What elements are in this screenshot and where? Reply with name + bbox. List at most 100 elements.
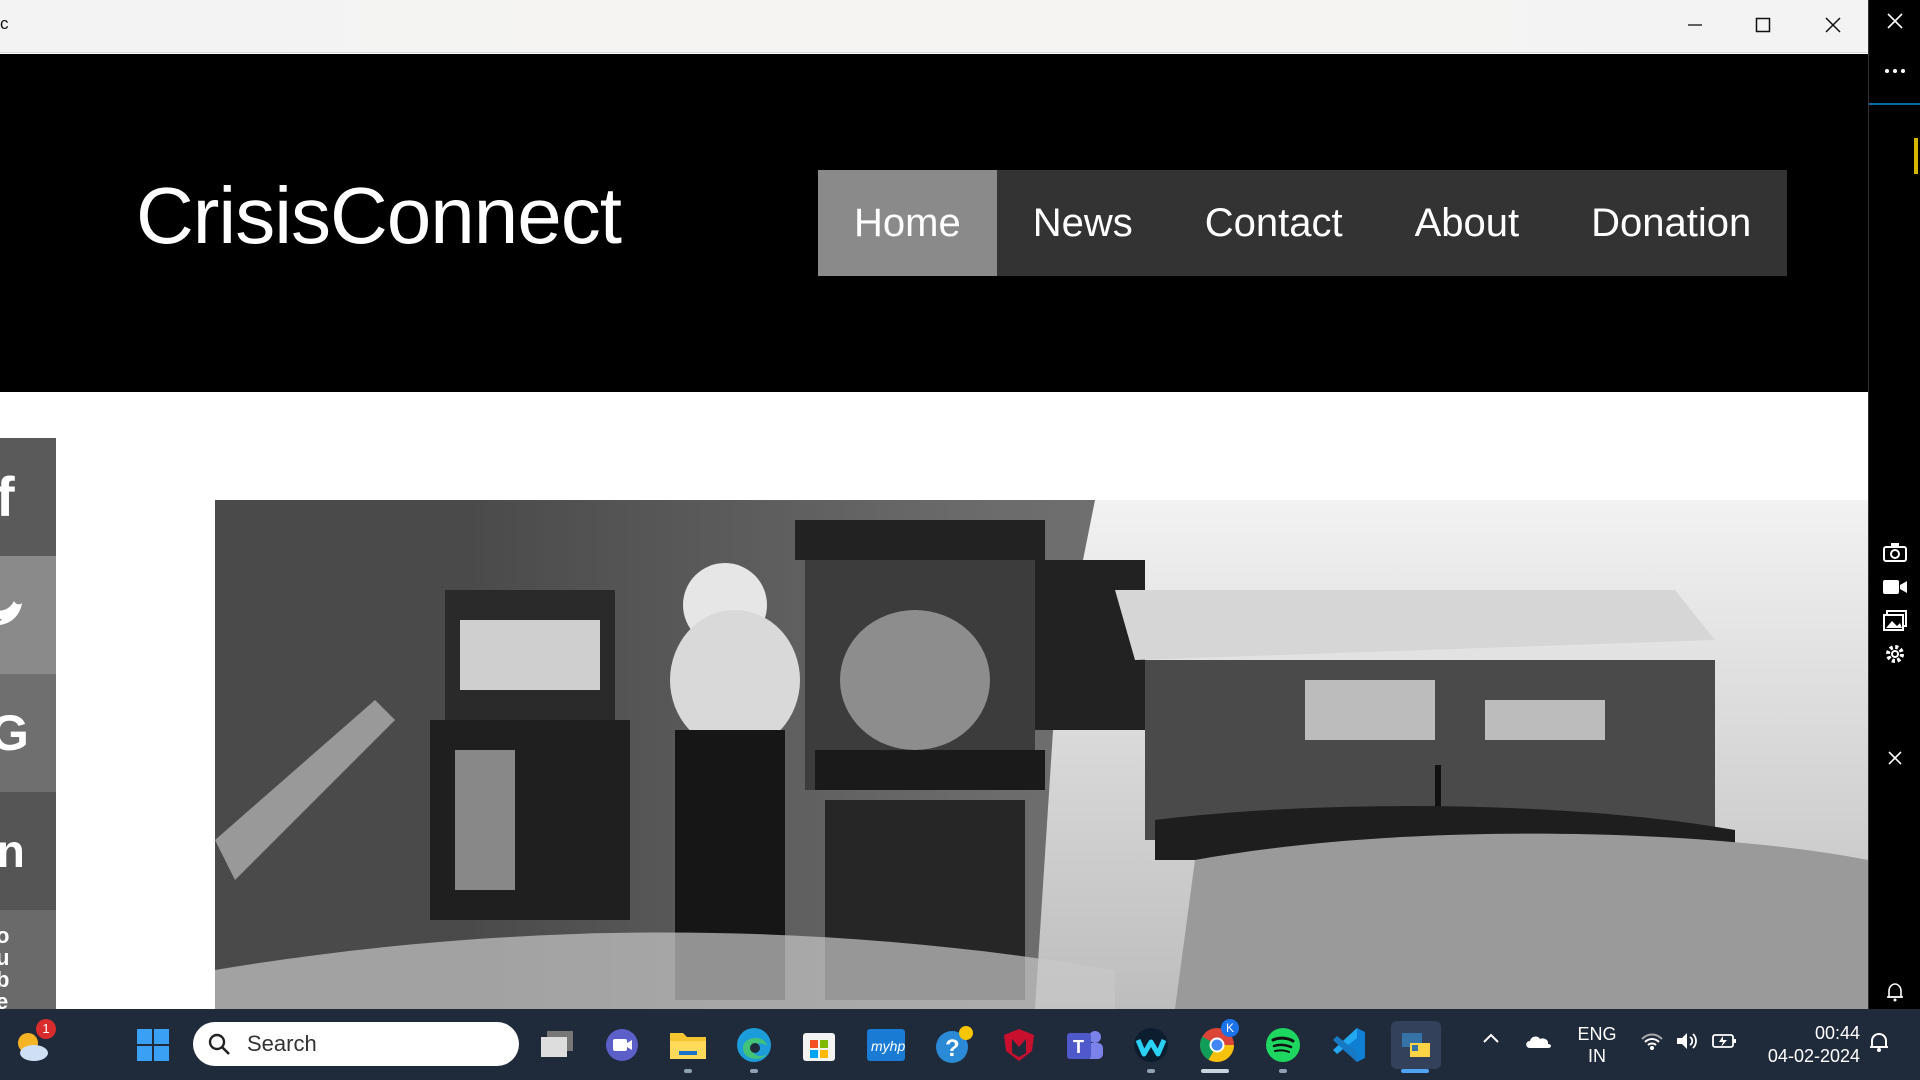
nav-about[interactable]: About: [1379, 170, 1556, 276]
facebook-icon: f: [0, 465, 15, 528]
speaker-icon: [1677, 1033, 1697, 1049]
hero-image: [215, 500, 1868, 1009]
screen: c CrisisConnect Home News Contact About …: [0, 0, 1920, 1080]
svg-text:T: T: [1073, 1037, 1084, 1057]
svg-text:?: ?: [945, 1035, 960, 1062]
panel-more-button[interactable]: [1869, 66, 1920, 76]
close-button[interactable]: [1798, 0, 1868, 50]
site-header: CrisisConnect Home News Contact About Do…: [0, 54, 1868, 392]
clock[interactable]: 00:44 04-02-2024: [1755, 1022, 1860, 1068]
edge-app[interactable]: [732, 1023, 776, 1067]
youtube-button[interactable]: ou be: [0, 910, 56, 1009]
youtube-icon: ou be: [0, 923, 10, 1010]
nav-home[interactable]: Home: [818, 170, 997, 276]
store-icon: [803, 1033, 835, 1061]
weather-badge: 1: [36, 1019, 56, 1039]
nav-news[interactable]: News: [997, 170, 1169, 276]
panel-divider: [1869, 103, 1920, 105]
panel-close-button[interactable]: [1869, 12, 1920, 30]
task-view-icon: [541, 1031, 573, 1057]
webex-icon: [1134, 1028, 1168, 1062]
street-photo: [215, 500, 1868, 1009]
clock-date: 04-02-2024: [1767, 1046, 1860, 1066]
windows-icon: [137, 1029, 169, 1061]
panel-gallery-button[interactable]: [1869, 610, 1920, 632]
file-explorer-app[interactable]: [666, 1023, 710, 1067]
bell-icon: [1887, 983, 1903, 1002]
edge-icon: [737, 1028, 771, 1062]
panel-settings-button[interactable]: [1869, 642, 1920, 666]
chrome-running-indicator: [1201, 1069, 1229, 1073]
language-code: ENG: [1577, 1024, 1617, 1044]
wifi-button[interactable]: [1640, 1031, 1664, 1056]
python-icon: [1402, 1033, 1430, 1057]
store-app[interactable]: [797, 1023, 841, 1067]
panel-close-lower-button[interactable]: [1869, 750, 1920, 766]
cloud-icon: [1526, 1036, 1551, 1048]
linkedin-button[interactable]: in: [0, 792, 56, 910]
maximize-button[interactable]: [1728, 0, 1798, 50]
site-logo[interactable]: CrisisConnect: [136, 176, 622, 256]
myhp-icon: myhp: [867, 1029, 905, 1061]
task-view-button[interactable]: [535, 1023, 579, 1067]
chevron-up-icon: [1483, 1033, 1499, 1043]
mcafee-app[interactable]: [997, 1023, 1041, 1067]
nav-contact[interactable]: Contact: [1169, 170, 1379, 276]
camera-icon: [1883, 543, 1907, 562]
close-icon: [1888, 751, 1902, 765]
minimize-button[interactable]: [1660, 0, 1730, 50]
gear-icon: [1886, 645, 1904, 663]
wifi-icon: [1641, 1033, 1663, 1050]
notification-center-button[interactable]: [1868, 1031, 1890, 1058]
search-icon: [208, 1033, 230, 1055]
language-indicator[interactable]: ENG IN: [1575, 1023, 1619, 1067]
spotify-app[interactable]: [1261, 1023, 1305, 1067]
chrome-app[interactable]: K: [1195, 1019, 1239, 1067]
panel-camera-button[interactable]: [1869, 542, 1920, 562]
taskbar-search[interactable]: Search: [193, 1022, 519, 1066]
onedrive-button[interactable]: [1524, 1033, 1552, 1054]
title-bar: c: [0, 0, 1868, 53]
spotify-running-indicator: [1279, 1069, 1287, 1073]
show-hidden-icons-button[interactable]: [1482, 1031, 1500, 1049]
chrome-profile-badge: K: [1221, 1019, 1239, 1037]
panel-notifications-button[interactable]: [1869, 982, 1920, 1002]
region-code: IN: [1588, 1046, 1606, 1066]
svg-text:myhp: myhp: [871, 1038, 905, 1054]
meet-app[interactable]: [600, 1023, 644, 1067]
weather-widget[interactable]: 1: [10, 1019, 56, 1067]
battery-button[interactable]: [1712, 1031, 1738, 1056]
close-icon: [1887, 13, 1903, 29]
gallery-icon: [1883, 610, 1907, 631]
teams-icon: T: [1067, 1031, 1103, 1059]
vscode-app[interactable]: [1326, 1023, 1370, 1067]
spotify-icon: [1266, 1028, 1300, 1062]
teams-app[interactable]: T: [1063, 1023, 1107, 1067]
start-button[interactable]: [131, 1023, 175, 1067]
myhp-app[interactable]: myhp: [864, 1023, 908, 1067]
main-nav: Home News Contact About Donation: [818, 170, 1788, 276]
twitter-button[interactable]: [0, 556, 56, 674]
social-bar: f G in ou be: [0, 438, 56, 1009]
nav-donation[interactable]: Donation: [1555, 170, 1787, 276]
help-app[interactable]: ?: [932, 1023, 976, 1067]
webex-app[interactable]: [1129, 1023, 1173, 1067]
help-icon: ?: [936, 1026, 973, 1063]
close-icon: [1825, 17, 1841, 33]
panel-indicator: [1914, 138, 1918, 174]
clock-time: 00:44: [1814, 1023, 1860, 1043]
panel-video-button[interactable]: [1869, 578, 1920, 596]
mcafee-shield-icon: [1004, 1029, 1034, 1061]
google-icon: G: [0, 705, 29, 761]
webex-running-indicator: [1147, 1069, 1155, 1073]
python-app[interactable]: [1391, 1021, 1441, 1069]
volume-button[interactable]: [1675, 1031, 1699, 1056]
window-title: c: [0, 14, 9, 33]
facebook-button[interactable]: f: [0, 438, 56, 556]
edge-running-indicator: [750, 1069, 758, 1073]
google-button[interactable]: G: [0, 674, 56, 792]
video-chat-icon: [606, 1029, 638, 1061]
notification-icon: [1870, 1032, 1888, 1052]
battery-icon: [1712, 1034, 1736, 1048]
search-placeholder: Search: [247, 1031, 317, 1056]
